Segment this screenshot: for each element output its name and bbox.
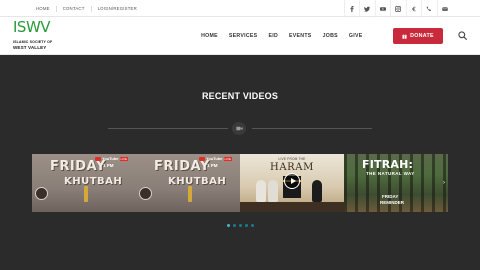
video-carousel: FRIDAY KHUTBAH YouTube LIVE 1 PM FRIDAY … [32, 154, 448, 212]
speaker-figure [256, 180, 266, 202]
chevron-right-icon[interactable]: › [443, 180, 445, 186]
nav-item-home[interactable]: HOME [196, 33, 224, 39]
nav-item-jobs[interactable]: JOBS [317, 33, 343, 39]
slide-2-time: 1 PM [207, 163, 218, 168]
pagination-dot-3[interactable] [238, 224, 242, 227]
slide-3-kicker: LIVE FROM THE [278, 157, 306, 161]
gift-icon [402, 34, 407, 39]
divider-right [252, 128, 372, 129]
video-thumbnail-3[interactable]: LIVE FROM THE HARAM [240, 154, 344, 212]
phone-icon[interactable] [421, 0, 437, 17]
pagination-dot-4[interactable] [244, 224, 248, 227]
section-title: RECENT VIDEOS [201, 91, 279, 101]
play-button[interactable] [284, 173, 300, 189]
recent-videos-section: RECENT VIDEOS FRIDAY KHUTBAH YouTube LIV… [0, 56, 480, 270]
slide-1-time: 1 PM [103, 163, 114, 168]
top-bar: HOME CONTACT LOGIN/REGISTER [0, 0, 480, 17]
top-link-home[interactable]: HOME [30, 5, 57, 12]
instagram-icon[interactable] [390, 0, 406, 17]
slide-3-title: HARAM [270, 162, 314, 173]
speaker-avatar [139, 187, 152, 200]
main-nav: HOME SERVICES EID EVENTS JOBS GIVE [196, 17, 368, 55]
slide-1-title: FRIDAY [50, 159, 106, 174]
youtube-label: YouTube [206, 156, 223, 161]
youtube-icon [95, 156, 101, 161]
youtube-label: YouTube [102, 156, 119, 161]
slide-2-title: FRIDAY [154, 159, 210, 174]
video-camera-icon [232, 122, 246, 135]
top-link-login-register[interactable]: LOGIN/REGISTER [92, 6, 143, 12]
site-logo[interactable]: ISWV ISLAMIC SOCIETY OF WEST VALLEY [10, 18, 62, 54]
youtube-icon [199, 156, 205, 161]
speaker-figure [312, 180, 322, 202]
speaker-figure [268, 180, 278, 202]
video-thumbnail-2[interactable]: FRIDAY KHUTBAH YouTube LIVE 1 PM [136, 154, 240, 212]
slide-4-subtitle: THE NATURAL WAY [366, 171, 415, 176]
pagination-dot-2[interactable] [232, 224, 236, 227]
slide-4-title: FITRAH: [362, 158, 414, 171]
search-icon[interactable] [458, 31, 467, 40]
video-thumbnail-4[interactable]: FITRAH: THE NATURAL WAY FRIDAY REMINDER … [344, 154, 448, 212]
nav-item-events[interactable]: EVENTS [284, 33, 318, 39]
logo-line-1: ISLAMIC SOCIETY OF [13, 40, 53, 44]
slide-3-footer [240, 202, 344, 212]
logo-line-2: WEST VALLEY [13, 45, 47, 50]
video-thumbnail-1[interactable]: FRIDAY KHUTBAH YouTube LIVE 1 PM [32, 154, 136, 212]
donate-label: DONATE [410, 33, 434, 39]
euro-icon[interactable] [405, 0, 422, 17]
donate-button[interactable]: DONATE [393, 28, 443, 44]
live-label: LIVE [119, 156, 129, 161]
logo-mark: ISWV [13, 18, 51, 36]
facebook-icon[interactable] [343, 0, 360, 17]
youtube-live-badge: YouTube LIVE [95, 156, 129, 161]
youtube-live-badge: YouTube LIVE [199, 156, 233, 161]
divider-left [108, 128, 228, 129]
youtube-icon[interactable] [374, 0, 391, 17]
top-links: HOME CONTACT LOGIN/REGISTER [30, 0, 143, 17]
envelope-icon[interactable] [436, 0, 453, 17]
speaker-avatar [35, 187, 48, 200]
pagination-dot-1[interactable] [226, 224, 230, 227]
slide-4-line-2: REMINDER [380, 200, 405, 205]
carousel-pagination [0, 224, 480, 227]
slide-4-line-1: FRIDAY [382, 194, 399, 199]
nav-item-give[interactable]: GIVE [343, 33, 368, 39]
slide-1-subtitle: KHUTBAH [64, 176, 123, 187]
twitter-icon[interactable] [359, 0, 375, 17]
slide-2-subtitle: KHUTBAH [168, 176, 227, 187]
microphone-icon [84, 186, 88, 202]
social-links [343, 0, 453, 17]
pagination-dot-5[interactable] [250, 224, 254, 227]
nav-item-eid[interactable]: EID [263, 33, 284, 39]
site-header: ISWV ISLAMIC SOCIETY OF WEST VALLEY HOME… [0, 17, 480, 55]
nav-item-services[interactable]: SERVICES [223, 33, 263, 39]
microphone-icon [188, 186, 192, 202]
live-label: LIVE [223, 156, 233, 161]
top-link-contact[interactable]: CONTACT [57, 5, 92, 12]
